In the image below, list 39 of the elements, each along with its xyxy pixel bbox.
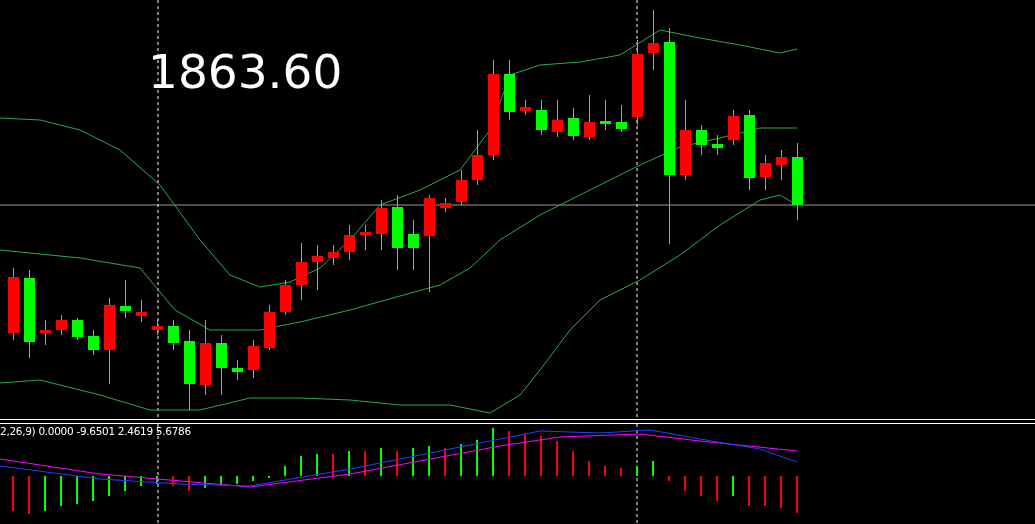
candlestick [360, 224, 371, 251]
candlestick [216, 334, 227, 396]
candlestick [152, 319, 163, 336]
candlestick [472, 129, 483, 186]
candlestick [616, 104, 627, 133]
candlestick [776, 149, 787, 181]
candlestick [56, 314, 67, 336]
candlestick [312, 244, 323, 291]
candlestick [136, 299, 147, 323]
candlestick [696, 124, 707, 156]
candlestick [520, 99, 531, 116]
candlestick [440, 197, 451, 213]
candlestick [568, 107, 579, 141]
candlestick [600, 99, 611, 131]
candlestick [264, 304, 275, 351]
candlestick [712, 134, 723, 156]
candlestick [536, 99, 547, 136]
candlestick [328, 244, 339, 266]
candlestick [648, 9, 659, 71]
candlestick [120, 279, 131, 319]
candlestick [248, 339, 259, 379]
candlestick [552, 99, 563, 138]
candlestick [168, 319, 179, 351]
candlestick [376, 199, 387, 251]
price-label: 1863.60 [148, 46, 343, 98]
candlestick [344, 224, 355, 261]
candlestick [584, 94, 595, 141]
candlestick [760, 154, 771, 191]
candlestick [408, 219, 419, 271]
candlestick [88, 329, 99, 356]
candlestick [296, 242, 307, 301]
candlestick [232, 359, 243, 381]
candlestick [504, 59, 515, 121]
candlestick [72, 317, 83, 341]
candlestick [728, 109, 739, 146]
indicator-values: 2,26,9) 0.0000 -9.6501 2.4619 5.6786 [0, 425, 191, 438]
candlestick [280, 279, 291, 316]
candlestick [456, 169, 467, 206]
candlestick [40, 319, 51, 346]
